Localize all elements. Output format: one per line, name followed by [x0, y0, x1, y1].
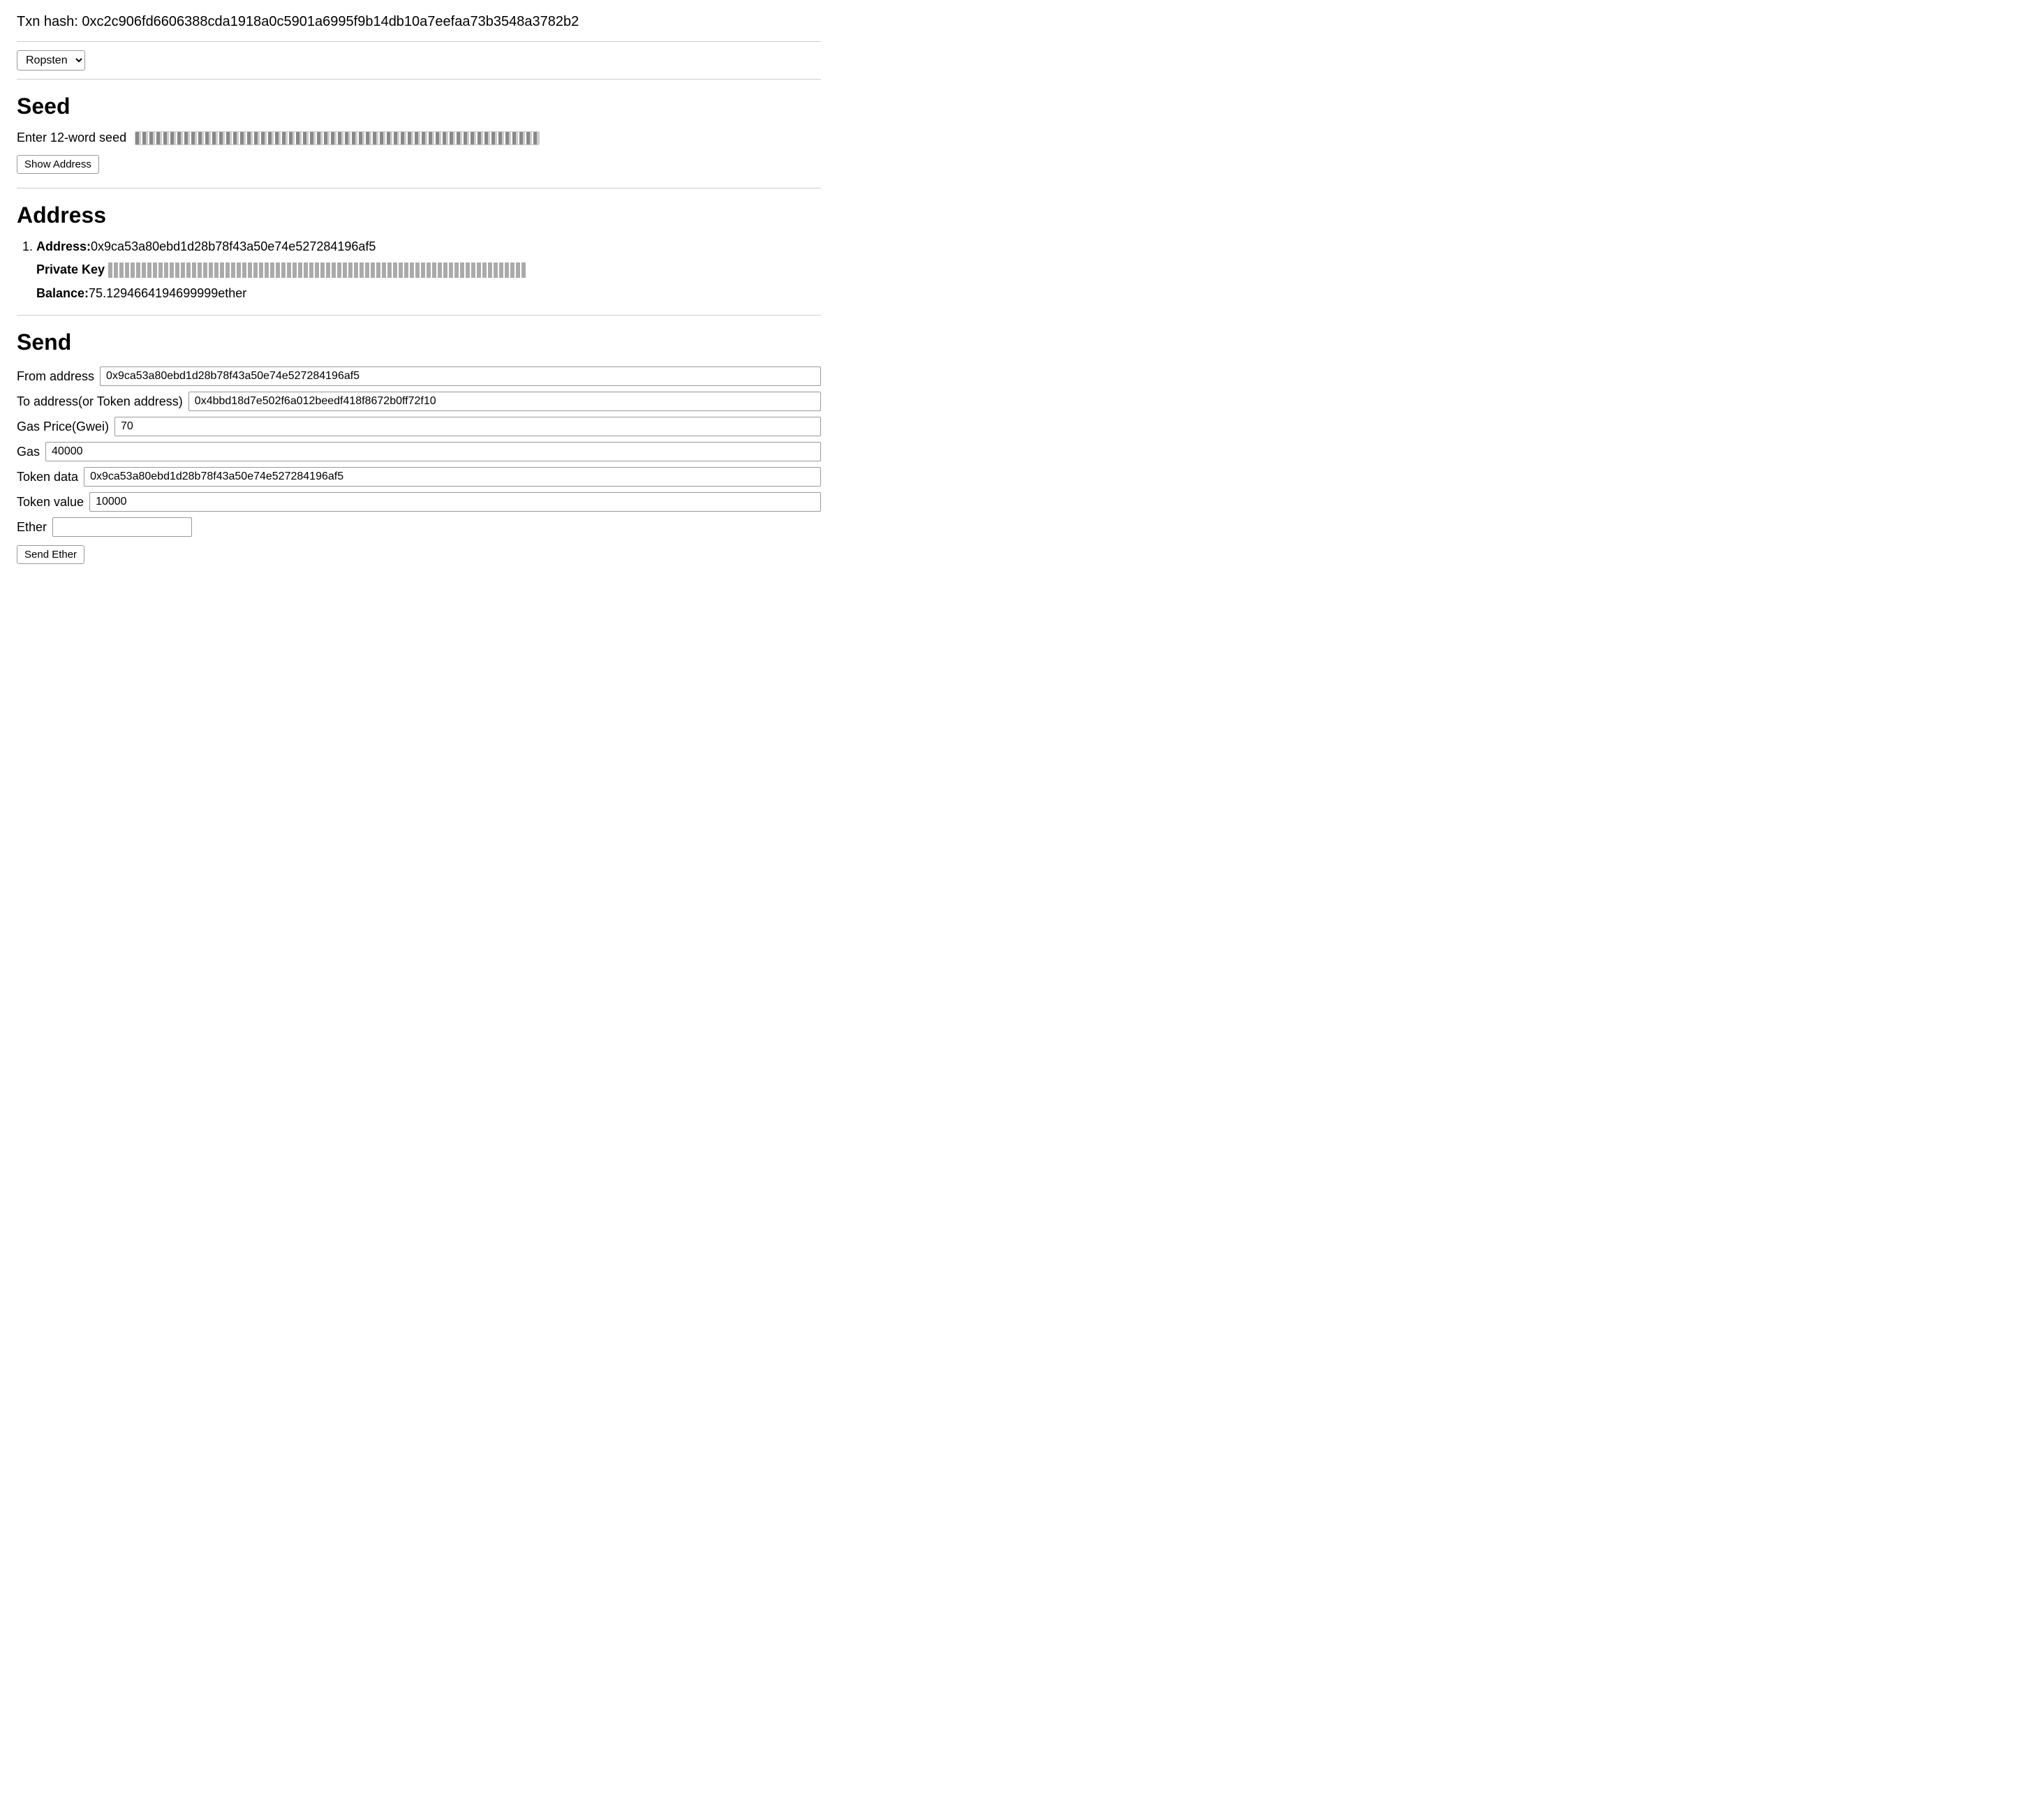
send-section: Send From address To address(or Token ad… [17, 329, 821, 564]
divider-4 [17, 315, 821, 316]
seed-masked-input [135, 131, 540, 145]
divider-2 [17, 79, 821, 80]
to-address-label: To address(or Token address) [17, 394, 183, 409]
gas-price-label: Gas Price(Gwei) [17, 420, 109, 434]
token-value-row: Token value [17, 492, 821, 512]
address-list: Address:0x9ca53a80ebd1d28b78f43a50e74e52… [17, 239, 821, 301]
gas-price-input[interactable] [114, 417, 821, 436]
network-select[interactable]: Ropsten Mainnet Rinkeby Kovan [17, 50, 85, 71]
private-key-masked [108, 262, 527, 278]
token-data-row: Token data [17, 467, 821, 487]
token-value-input[interactable] [89, 492, 821, 512]
seed-section: Seed Enter 12-word seed Show Address [17, 94, 821, 174]
token-value-label: Token value [17, 495, 84, 510]
to-address-row: To address(or Token address) [17, 392, 821, 411]
seed-title: Seed [17, 94, 821, 119]
seed-label: Enter 12-word seed [17, 131, 126, 145]
txn-hash: Txn hash: 0xc2c906fd6606388cda1918a0c590… [17, 14, 821, 30]
divider-1 [17, 41, 821, 42]
private-key-label: Private Key [36, 262, 105, 276]
gas-label: Gas [17, 445, 40, 459]
address-line-1: Address:0x9ca53a80ebd1d28b78f43a50e74e52… [36, 239, 821, 254]
from-address-label: From address [17, 369, 94, 384]
seed-input-row: Enter 12-word seed [17, 131, 821, 145]
network-selector-wrapper: Ropsten Mainnet Rinkeby Kovan [17, 50, 821, 71]
to-address-input[interactable] [188, 392, 821, 411]
private-key-line: Private Key [36, 262, 821, 278]
token-data-label: Token data [17, 470, 78, 484]
txn-hash-label: Txn hash: [17, 14, 78, 29]
balance-value: 75.1294664194699999ether [89, 286, 246, 300]
token-data-input[interactable] [84, 467, 821, 487]
ether-label: Ether [17, 520, 47, 535]
ether-row: Ether [17, 517, 821, 537]
from-address-input[interactable] [100, 366, 821, 386]
ether-input[interactable] [52, 517, 192, 537]
address-section: Address Address:0x9ca53a80ebd1d28b78f43a… [17, 202, 821, 301]
gas-input[interactable] [45, 442, 821, 461]
send-ether-button[interactable]: Send Ether [17, 545, 84, 564]
send-title: Send [17, 329, 821, 355]
gas-price-row: Gas Price(Gwei) [17, 417, 821, 436]
from-address-row: From address [17, 366, 821, 386]
address-field-value: 0x9ca53a80ebd1d28b78f43a50e74e527284196a… [91, 239, 376, 253]
txn-hash-value: 0xc2c906fd6606388cda1918a0c5901a6995f9b1… [82, 14, 579, 29]
balance-line: Balance:75.1294664194699999ether [36, 286, 821, 301]
show-address-button[interactable]: Show Address [17, 155, 99, 174]
gas-row: Gas [17, 442, 821, 461]
address-item-1: Address:0x9ca53a80ebd1d28b78f43a50e74e52… [36, 239, 821, 301]
address-title: Address [17, 202, 821, 228]
balance-label: Balance: [36, 286, 89, 300]
address-field-label: Address: [36, 239, 91, 253]
